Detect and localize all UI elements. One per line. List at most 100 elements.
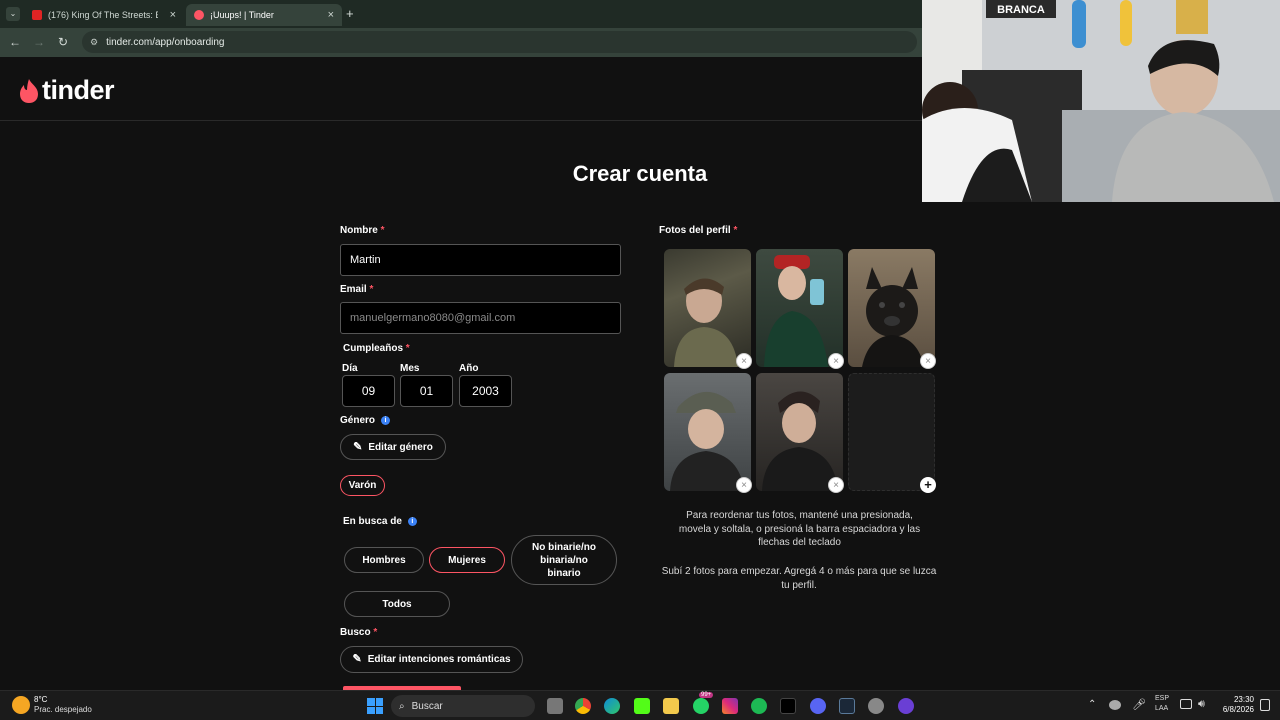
webcam-overlay: BRANCA: [922, 0, 1280, 202]
photo-person-image: [764, 255, 828, 367]
photo-dog-image: [862, 267, 924, 367]
clock-time[interactable]: 23:30: [1214, 695, 1254, 704]
option-no-binarie[interactable]: No binarie/no binaria/no binario: [511, 535, 617, 585]
photos-label: Fotos del perfil *: [659, 225, 738, 236]
windows-start-icon[interactable]: [367, 698, 383, 714]
settings-gear-icon[interactable]: [868, 698, 884, 714]
tinder-flame-icon: [194, 10, 204, 20]
weather-temp: 8°C: [34, 695, 48, 704]
month-label: Mes: [400, 363, 420, 374]
remove-photo-1[interactable]: ×: [736, 353, 752, 369]
discord-icon[interactable]: [810, 698, 826, 714]
whatsapp-icon[interactable]: [693, 698, 709, 714]
edge-icon[interactable]: [604, 698, 620, 714]
flame-icon: [20, 78, 38, 103]
url-text: tinder.com/app/onboarding: [106, 36, 225, 48]
app-icon[interactable]: [898, 698, 914, 714]
taskbar-search[interactable]: ⌕ Buscar: [391, 695, 535, 717]
profile-photo-1[interactable]: [664, 249, 751, 367]
month-input[interactable]: 01: [400, 375, 453, 407]
clock-date[interactable]: 6/8/2026: [1214, 705, 1254, 714]
microphone-icon[interactable]: 🎤︎: [1132, 698, 1146, 711]
profile-photo-2[interactable]: [756, 249, 843, 367]
site-info-icon[interactable]: ⚙: [90, 37, 98, 48]
name-input[interactable]: Martin: [340, 244, 621, 276]
address-bar[interactable]: ⚙ tinder.com/app/onboarding: [82, 31, 917, 53]
weather-icon[interactable]: [12, 696, 30, 714]
language-top[interactable]: ESP: [1155, 695, 1169, 702]
option-todos[interactable]: Todos: [344, 591, 450, 617]
youtube-icon: [32, 10, 42, 20]
add-photo-button[interactable]: +: [920, 477, 936, 493]
remove-photo-2[interactable]: ×: [828, 353, 844, 369]
chrome-icon[interactable]: [575, 698, 591, 714]
option-mujeres[interactable]: Mujeres: [429, 547, 505, 573]
close-icon[interactable]: ×: [328, 9, 334, 21]
instagram-icon[interactable]: [722, 698, 738, 714]
day-input[interactable]: 09: [342, 375, 395, 407]
tab-youtube[interactable]: (176) King Of The Streets: Brian ×: [24, 4, 184, 26]
upload-help-text: Subí 2 fotos para empezar. Agregá 4 o má…: [661, 566, 937, 591]
empty-photo-slot[interactable]: [848, 373, 935, 491]
name-label: Nombre *: [340, 225, 385, 236]
language-bottom[interactable]: LAA: [1155, 705, 1168, 712]
profile-photo-3[interactable]: [848, 249, 935, 367]
chevron-up-icon[interactable]: ⌃: [1088, 699, 1096, 710]
email-label: Email *: [340, 284, 374, 295]
webcam-image: BRANCA: [922, 0, 1280, 202]
reload-icon[interactable]: ↻: [55, 34, 71, 50]
edit-gender-button[interactable]: ✎ Editar género: [340, 434, 446, 460]
remove-photo-4[interactable]: ×: [736, 477, 752, 493]
kick-icon[interactable]: [634, 698, 650, 714]
browser-toolbar: ← → ↻ ⚙ tinder.com/app/onboarding: [0, 28, 922, 57]
seeking-label: Busco *: [340, 627, 378, 638]
onedrive-icon[interactable]: [1109, 700, 1121, 710]
tiktok-icon[interactable]: [780, 698, 796, 714]
close-icon[interactable]: ×: [170, 9, 176, 21]
photo-person-image: [674, 278, 738, 367]
info-icon[interactable]: i: [381, 415, 391, 425]
reorder-help-text: Para reordenar tus fotos, mantené una pr…: [678, 510, 921, 548]
pencil-icon: ✎: [352, 653, 362, 665]
file-explorer-icon[interactable]: [663, 698, 679, 714]
windows-taskbar: 8°C Prac. despejado ⌕ Buscar 99+ ⌃ 🎤︎ ES…: [0, 690, 1280, 720]
task-view-icon[interactable]: [547, 698, 563, 714]
browser-tab-bar: ⌄ (176) King Of The Streets: Brian × ¡Uu…: [0, 0, 922, 28]
profile-photo-5[interactable]: [756, 373, 843, 491]
gender-selected-chip[interactable]: Varón: [340, 475, 385, 496]
tinder-logo[interactable]: tinder: [18, 75, 115, 106]
network-icon[interactable]: [1180, 699, 1192, 709]
year-label: Año: [459, 363, 479, 374]
search-icon: ⌕: [399, 700, 405, 712]
forward-icon[interactable]: →: [31, 34, 47, 50]
notifications-icon[interactable]: [1260, 699, 1270, 711]
birthday-label: Cumpleaños *: [343, 343, 410, 354]
looking-for-label: En busca de i: [343, 516, 417, 527]
back-icon[interactable]: ←: [7, 34, 23, 50]
weather-desc: Prac. despejado: [34, 705, 92, 714]
edit-intentions-button[interactable]: ✎ Editar intenciones románticas: [340, 646, 523, 673]
remove-photo-5[interactable]: ×: [828, 477, 844, 493]
day-label: Día: [342, 363, 358, 374]
remove-photo-3[interactable]: ×: [920, 353, 936, 369]
tab-title: ¡Uuups! | Tinder: [210, 10, 274, 20]
tab-title: (176) King Of The Streets: Brian: [48, 10, 158, 20]
tab-search-button[interactable]: ⌄: [6, 7, 20, 21]
webcam-sign-text: BRANCA: [997, 4, 1045, 16]
gender-label: Género i: [340, 415, 391, 426]
volume-icon[interactable]: 🔊︎: [1198, 698, 1205, 711]
photo-person-image: [670, 391, 744, 491]
email-input[interactable]: manuelgermano8080@gmail.com: [340, 302, 621, 334]
logo-text: tinder: [42, 75, 115, 105]
photo-person-image: [762, 391, 838, 491]
notification-badge: 99+: [699, 692, 714, 698]
pencil-icon: ✎: [353, 440, 363, 453]
steam-icon[interactable]: [839, 698, 855, 714]
tab-tinder[interactable]: ¡Uuups! | Tinder ×: [186, 4, 342, 26]
info-icon[interactable]: i: [407, 516, 417, 526]
option-hombres[interactable]: Hombres: [344, 547, 424, 573]
new-tab-button[interactable]: +: [346, 6, 354, 21]
profile-photo-4[interactable]: [664, 373, 751, 491]
spotify-icon[interactable]: [751, 698, 767, 714]
year-input[interactable]: 2003: [459, 375, 512, 407]
